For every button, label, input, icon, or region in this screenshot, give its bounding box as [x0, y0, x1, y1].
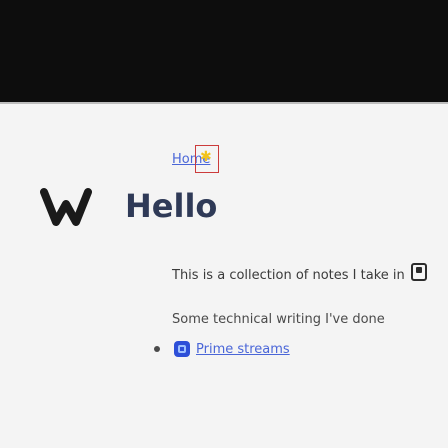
- writing-list: Prime streams: [154, 341, 290, 357]
- intro-text: This is a collection of notes I take in: [172, 268, 409, 283]
- page-title: Hello: [125, 187, 218, 225]
- section-subtitle: Some technical writing I've done: [172, 312, 385, 327]
- list-item: Prime streams: [154, 341, 290, 357]
- prime-streams-link[interactable]: Prime streams: [196, 342, 290, 357]
- star-icon: ✱: [200, 149, 212, 165]
- w-logo-icon: [40, 188, 92, 226]
- bullet-icon: [154, 346, 160, 352]
- stream-icon: [174, 341, 190, 357]
- intro-paragraph: This is a collection of notes I take in: [172, 263, 427, 283]
- notes-app-icon[interactable]: [410, 263, 427, 281]
- top-banner: [0, 0, 448, 102]
